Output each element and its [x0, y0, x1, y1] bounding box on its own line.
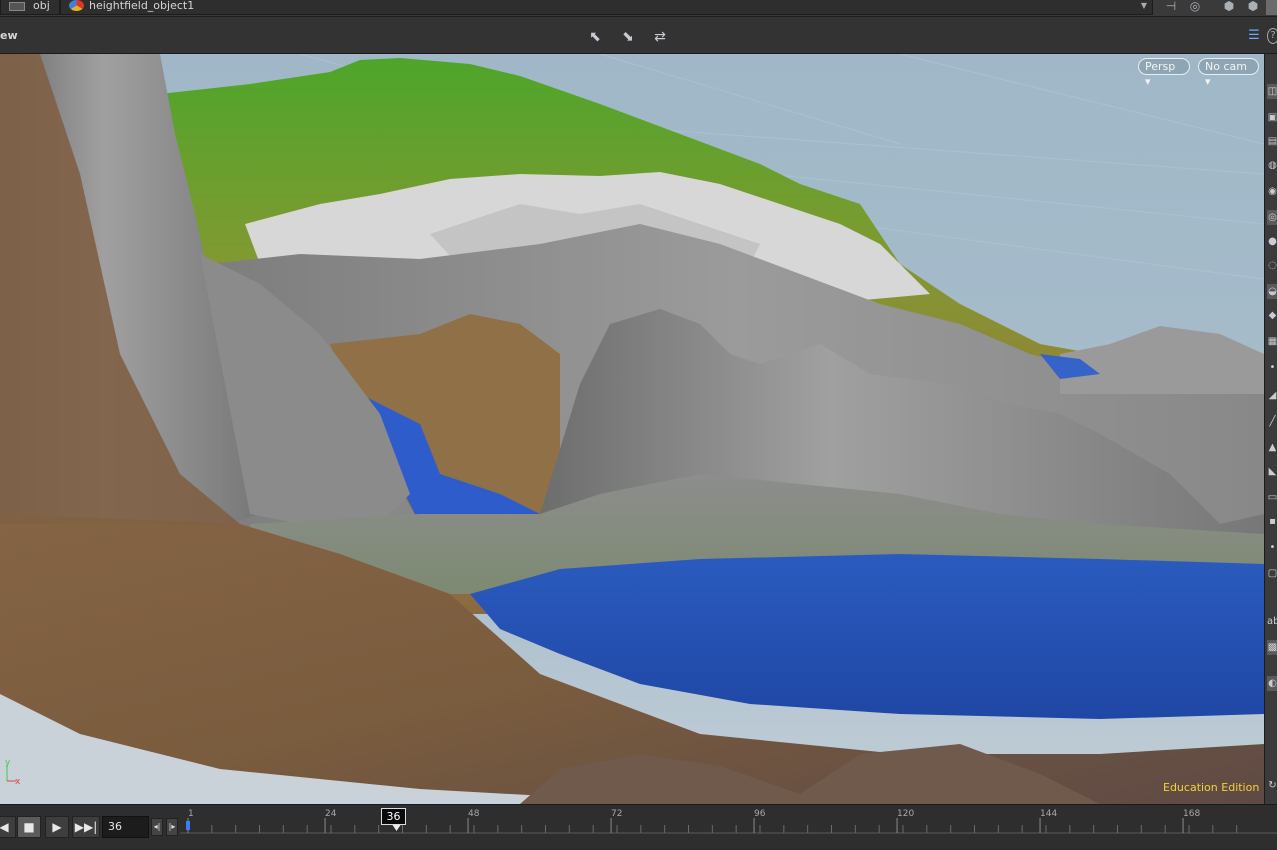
shade-icon[interactable]: ◒	[1267, 284, 1277, 299]
cube-icon[interactable]: ⬢	[1220, 0, 1238, 15]
normals-icon[interactable]: ▦	[1267, 334, 1277, 349]
play-reverse-button[interactable]: ◀	[0, 816, 16, 838]
hud-icon[interactable]: ▪	[1267, 514, 1277, 529]
help-icon[interactable]: ?	[1267, 28, 1277, 44]
stop-button[interactable]: ■	[17, 816, 41, 838]
sphere-icon[interactable]: ◍	[1267, 158, 1277, 173]
current-frame-marker[interactable]: 36	[381, 808, 406, 825]
terrain-render	[0, 54, 1264, 804]
viewer-toolbar: ew ⬉ ⬊ ⇄ ☰ ?	[0, 17, 1277, 54]
eye-icon[interactable]: ◉	[1267, 184, 1277, 199]
network-icon	[9, 2, 25, 11]
display-options-shelf: ◫ ▣ ▤ ◍ ◉ ◎ ● ◌ ◒ ◆ ▦ • ◢ ╱ ▲ ◣ ▭ ▪ • ▢ …	[1264, 54, 1277, 804]
current-frame-pointer	[392, 825, 401, 831]
timeline-tick-label: 168	[1183, 809, 1200, 819]
timeline-tick-label: 96	[754, 809, 766, 819]
select-tool-icon[interactable]: ⬉	[585, 29, 605, 47]
breadcrumb-heightfield[interactable]: heightfield_object1 ▼	[60, 0, 1153, 15]
display-options-icon[interactable]: ☰	[1245, 28, 1263, 46]
light-icon[interactable]: ▤	[1267, 134, 1277, 149]
heightfield-icon	[69, 0, 84, 11]
timeline-tick-label: 120	[897, 809, 914, 819]
label-box-icon[interactable]: ▢	[1267, 566, 1277, 581]
cube-menu-icon[interactable]: ⬢	[1244, 0, 1262, 15]
timeline-tick-label: 48	[468, 809, 480, 819]
select-tool-2-icon[interactable]: ⬊	[618, 29, 638, 47]
timeline-tick-label: 24	[325, 809, 337, 819]
breadcrumb-label: heightfield_object1	[89, 0, 195, 12]
range-start-marker	[186, 821, 190, 830]
texture-icon[interactable]: ◢	[1267, 388, 1277, 403]
lock-icon[interactable]: ▣	[1267, 110, 1277, 125]
display-icon[interactable]: ◣	[1267, 464, 1277, 479]
breadcrumb-obj[interactable]: obj	[0, 0, 60, 15]
pin-icon[interactable]: ⊣	[1162, 0, 1180, 15]
grid-icon[interactable]: ◎	[1267, 210, 1277, 225]
perspective-menu[interactable]: Persp ▾	[1138, 58, 1190, 88]
pane-menu-icon[interactable]	[1266, 0, 1277, 15]
camera-icon[interactable]: ◫	[1267, 84, 1277, 99]
play-button[interactable]: ▶	[45, 816, 69, 838]
breadcrumb-label: obj	[33, 0, 50, 12]
step-back-button[interactable]: ◂|	[151, 818, 163, 836]
axis-x-label: x	[15, 777, 21, 785]
axis-gizmo-icon: y x	[5, 759, 21, 785]
chevron-down-icon[interactable]: ▼	[1139, 0, 1149, 12]
axis-y-label: y	[5, 759, 11, 768]
camera-menu[interactable]: No cam ▾	[1198, 58, 1259, 88]
camera-view-icon[interactable]: ▩	[1267, 640, 1277, 655]
refresh-icon[interactable]: ↻	[1267, 778, 1277, 793]
pane-title: ew	[0, 29, 18, 42]
timeline-tick-label: 144	[1040, 809, 1057, 819]
guide-icon[interactable]: •	[1267, 540, 1277, 555]
points-icon[interactable]: ◆	[1267, 308, 1277, 323]
home-icon[interactable]: ◐	[1267, 676, 1277, 691]
text-label-icon[interactable]: ab	[1267, 614, 1277, 629]
3d-viewport[interactable]: Persp ▾ No cam ▾ y x Education Edition	[0, 54, 1264, 804]
grid-toggle-icon[interactable]: ▭	[1267, 490, 1277, 505]
step-forward-button[interactable]: |▸	[166, 818, 178, 836]
background-icon[interactable]: ▲	[1267, 440, 1277, 455]
playbar: ◀ ■ ▶ ▶▶| 36 ◂| |▸ 1 24 48 72 96 120 144 168 36	[0, 804, 1277, 849]
path-bar: obj heightfield_object1 ▼ ⊣ ◎ ⬢ ⬢	[0, 0, 1277, 17]
jump-to-end-button[interactable]: ▶▶|	[72, 816, 100, 838]
transform-handle-icon[interactable]: ⇄	[650, 29, 670, 47]
wire-icon[interactable]: ◌	[1267, 258, 1277, 273]
edition-watermark: Education Edition	[1163, 781, 1260, 794]
timeline-ruler[interactable]: 1 24 48 72 96 120 144 168	[180, 805, 1277, 850]
timeline-tick-label: 1	[188, 809, 194, 819]
ghost-icon[interactable]: ╱	[1267, 414, 1277, 429]
snap-icon[interactable]: ●	[1267, 234, 1277, 249]
target-icon[interactable]: ◎	[1186, 0, 1204, 15]
uv-icon[interactable]: •	[1267, 360, 1277, 375]
frame-input[interactable]: 36	[102, 816, 149, 838]
timeline-tick-label: 72	[611, 809, 622, 819]
